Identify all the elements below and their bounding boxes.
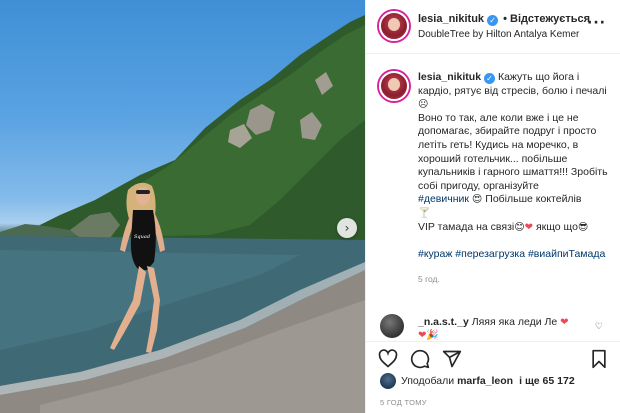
hashtags-link[interactable]: #кураж #перезагрузка #виайпиТамада: [418, 248, 605, 260]
liker-avatar[interactable]: [380, 373, 396, 389]
liker-username[interactable]: marfa_leon: [457, 375, 513, 387]
paper-plane-icon[interactable]: [442, 349, 462, 369]
svg-text:Squad: Squad: [134, 234, 150, 240]
author-avatar[interactable]: [379, 11, 409, 41]
post-time-ago: 5 ГОД ТОМУ: [380, 398, 427, 407]
commenter-avatar[interactable]: [380, 314, 404, 338]
post-header: lesia_nikituk ✓ • Відстежується DoubleTre…: [366, 0, 620, 54]
caption-line-3b: якщо що: [535, 220, 578, 233]
comment-icon[interactable]: [410, 349, 430, 369]
likes-prefix: Уподобали: [401, 375, 455, 387]
verified-badge-icon: ✓: [487, 15, 499, 26]
red-heart-emoji-icon: ❤: [524, 221, 534, 233]
caption-username[interactable]: lesia_nikituk: [418, 71, 481, 83]
post-details-panel: lesia_nikituk ✓ • Відстежується DoubleTre…: [365, 0, 620, 413]
follow-status-button[interactable]: • Відстежується: [503, 13, 590, 25]
author-line: lesia_nikituk ✓ • Відстежується: [418, 13, 590, 26]
caption-text: lesia_nikituk ✓ Кажуть що йога і кардіо, …: [418, 71, 613, 287]
beach-photo-illustration: Squad: [0, 15, 365, 413]
sunglasses-emoji-icon: 😎: [577, 221, 589, 233]
sad-face-emoji-icon: ☹: [418, 99, 429, 111]
red-heart-emoji-icon: ❤: [560, 317, 569, 328]
chevron-right-icon: ›: [344, 221, 350, 235]
cocktail-emoji-icon: 🍸: [418, 207, 431, 219]
author-username[interactable]: lesia_nikituk: [418, 13, 484, 25]
smile-emoji-icon: 😊: [514, 221, 525, 233]
post-photo: Squad ›: [0, 0, 365, 413]
hashtag-link[interactable]: #девичник: [418, 193, 469, 205]
caption-time: 5 год.: [418, 274, 440, 285]
commenter-username[interactable]: _n.a.s.t._y: [418, 316, 469, 328]
heart-eyes-emoji-icon: 😍: [471, 194, 483, 206]
party-emoji-icon: 🎉: [426, 330, 439, 341]
post-location[interactable]: DoubleTree by Hilton Antalya Kemer: [418, 29, 579, 40]
likes-summary: Уподобали marfa_leon і ще 65 172: [380, 372, 578, 390]
action-bar: [366, 341, 620, 371]
caption-area: lesia_nikituk ✓ Кажуть що йога і кардіо, …: [366, 55, 620, 310]
caption-line-2: Воно то так, але коли вже і це не допома…: [418, 111, 608, 192]
caption-author-avatar[interactable]: [379, 71, 409, 101]
next-photo-button[interactable]: ›: [337, 218, 357, 238]
comment-text: _n.a.s.t._y Ляяя яка леди Ле ❤ ❤🎉: [418, 316, 608, 342]
comment-item: _n.a.s.t._y Ляяя яка леди Ле ❤ ❤🎉 ♡: [366, 310, 620, 342]
bookmark-icon[interactable]: [589, 349, 609, 369]
comment-body: Ляяя яка леди Ле: [471, 316, 558, 328]
caption-line-2b: Побільше коктейлів: [485, 193, 582, 206]
comment-like-heart-icon[interactable]: ♡: [595, 321, 603, 332]
verified-badge-icon: ✓: [484, 73, 496, 84]
heart-icon[interactable]: [378, 349, 398, 369]
more-options-icon[interactable]: ···: [587, 15, 606, 31]
caption-line-3: VIP тамада на связі: [418, 220, 515, 233]
likes-count[interactable]: і ще 65 172: [519, 375, 575, 387]
